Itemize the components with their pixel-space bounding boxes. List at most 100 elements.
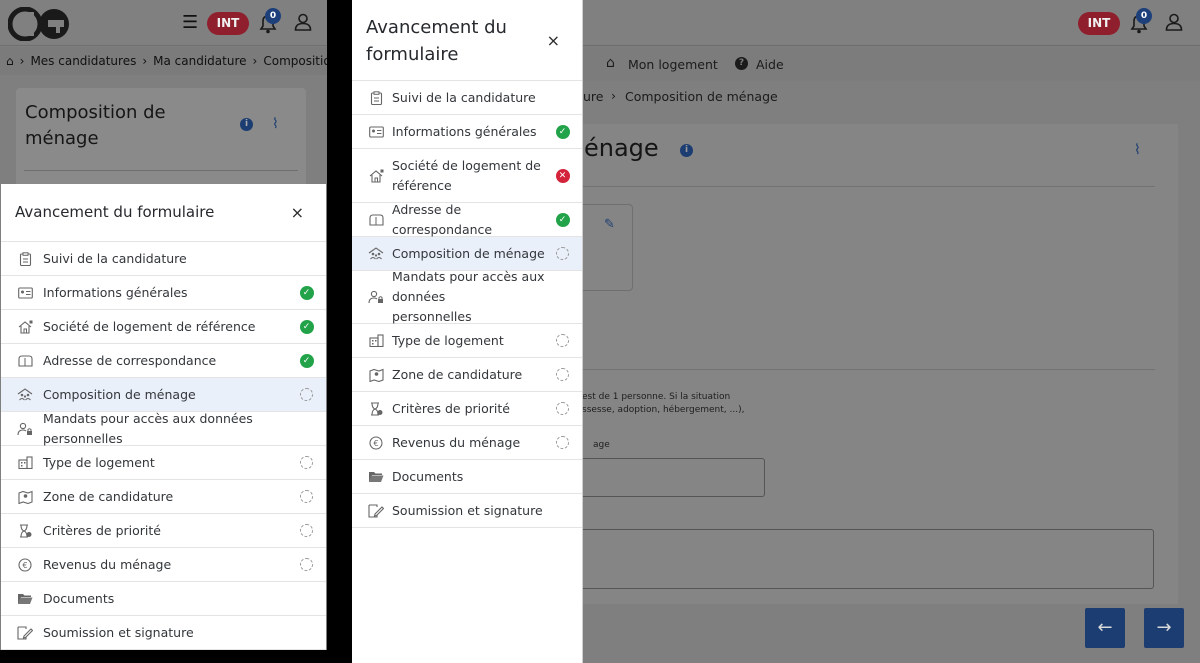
next-button[interactable]: → — [1144, 608, 1184, 648]
user-icon[interactable] — [293, 12, 313, 32]
paperclip-icon[interactable]: ⌇ — [272, 116, 279, 132]
error-icon: ✕ — [555, 168, 570, 183]
drawer-title-line: Avancement du — [366, 17, 507, 38]
drawer-title: Avancement du formulaire — [366, 14, 546, 68]
progress-item-label: Zone de candidature — [43, 488, 174, 504]
progress-item[interactable]: Type de logement — [352, 324, 582, 358]
progress-item[interactable]: Zone de candidature — [352, 358, 582, 392]
nav-my-housing[interactable]: Mon logement — [628, 57, 718, 72]
progress-item-label: Soumission et signature — [392, 502, 543, 518]
progress-item-label: Informations générales — [43, 284, 188, 300]
chevron-right-icon: › — [252, 54, 258, 68]
user-lock-icon — [368, 289, 384, 305]
progress-item-label: Suivi de la candidature — [392, 89, 536, 105]
home-icon[interactable]: ⌂ — [6, 54, 14, 68]
svg-text:€: € — [373, 439, 378, 448]
content-card: énage i ⌇ ✎ est de 1 personne. Si la sit… — [552, 124, 1178, 604]
chevron-right-icon: › — [19, 54, 25, 68]
pending-icon — [555, 435, 570, 450]
info-icon[interactable]: i — [240, 118, 253, 131]
progress-item[interactable]: € Revenus du ménage — [352, 426, 582, 460]
euro-icon: € — [17, 557, 33, 573]
previous-button[interactable]: ← — [1085, 608, 1125, 648]
progress-item[interactable]: Informations générales ✓ — [352, 115, 582, 149]
paperclip-icon[interactable]: ⌇ — [1134, 142, 1141, 158]
progress-item[interactable]: Société de logement de référence ✕ — [352, 149, 582, 203]
progress-item[interactable]: Documents — [352, 460, 582, 494]
progress-item[interactable]: € Revenus du ménage — [1, 548, 326, 582]
menu-icon[interactable]: ☰ — [182, 12, 198, 33]
status-empty — [299, 251, 314, 266]
progress-item[interactable]: Composition de ménage — [1, 378, 326, 412]
breadcrumb-item[interactable]: Ma candidature — [153, 54, 246, 68]
mailbox-icon — [17, 353, 33, 369]
progress-item[interactable]: Adresse de correspondance ✓ — [352, 202, 582, 237]
progress-item[interactable]: Critères de priorité — [1, 514, 326, 548]
drawer-header: Avancement du formulaire × — [1, 184, 326, 242]
progress-drawer: Avancement du formulaire × Suivi de la c… — [352, 0, 583, 663]
pending-icon — [299, 455, 314, 470]
status-empty — [299, 625, 314, 640]
progress-item[interactable]: Type de logement — [1, 446, 326, 480]
divider — [552, 186, 1155, 187]
field-label: age — [593, 440, 610, 450]
progress-item[interactable]: Zone de candidature — [1, 480, 326, 514]
breadcrumb-item[interactable]: Composition de ménage — [625, 89, 778, 104]
clipboard-icon — [368, 90, 384, 106]
clipboard-icon — [17, 251, 33, 267]
breadcrumb-item[interactable]: ure — [583, 89, 603, 104]
household-icon — [17, 387, 33, 403]
info-icon[interactable]: i — [680, 144, 693, 157]
progress-item[interactable]: Mandats pour accès aux données personnell… — [352, 269, 582, 324]
top-header: ☰ INT 0 — [0, 0, 327, 46]
progress-item-label: Mandats pour accès aux données personnell… — [392, 269, 545, 324]
status-empty — [555, 469, 570, 484]
progress-item-label: Revenus du ménage — [43, 556, 172, 572]
building-icon — [17, 455, 33, 471]
progress-item-label: Revenus du ménage — [392, 434, 521, 450]
progress-item-label: Informations générales — [392, 123, 537, 139]
progress-item[interactable]: Documents — [1, 582, 326, 616]
progress-item[interactable]: Informations générales ✓ — [1, 276, 326, 310]
breadcrumb-item[interactable]: Mes candidatures — [30, 54, 136, 68]
textarea[interactable] — [552, 529, 1154, 589]
progress-item[interactable]: Adresse de correspondance ✓ — [1, 344, 326, 378]
text-input[interactable] — [552, 458, 765, 497]
folder-icon — [368, 469, 384, 485]
pending-icon — [555, 333, 570, 348]
progress-item[interactable]: Soumission et signature — [1, 616, 326, 650]
progress-item-label: Documents — [392, 468, 464, 484]
info-text: est de 1 personne. Si la situation — [582, 392, 731, 402]
user-lock-icon — [17, 421, 33, 437]
progress-item[interactable]: Composition de ménage — [352, 237, 582, 271]
close-icon[interactable]: × — [547, 31, 560, 50]
progress-list: Suivi de la candidature Informations géné… — [1, 242, 326, 650]
progress-item[interactable]: Soumission et signature — [352, 494, 582, 528]
progress-item-label: Composition de ménage — [43, 386, 196, 402]
check-icon: ✓ — [555, 124, 570, 139]
pending-icon — [299, 557, 314, 572]
progress-item[interactable]: Critères de priorité — [352, 392, 582, 426]
progress-item-label: Soumission et signature — [43, 624, 194, 640]
page-header-card: Composition de ménage i ⌇ — [16, 88, 306, 198]
drawer-title-line: formulaire — [366, 44, 459, 65]
progress-item[interactable]: Suivi de la candidature — [1, 242, 326, 276]
notification-count: 0 — [265, 8, 281, 24]
edit-icon[interactable]: ✎ — [604, 217, 615, 232]
progress-item[interactable]: Suivi de la candidature — [352, 81, 582, 115]
breadcrumb-item[interactable]: Compositio — [263, 54, 327, 68]
id-card-icon — [368, 124, 384, 140]
progress-item[interactable]: Mandats pour accès aux données personnel… — [1, 411, 326, 446]
signature-icon — [17, 625, 33, 641]
progress-item-label: Société de logement de référence — [43, 318, 256, 334]
folder-icon — [17, 591, 33, 607]
drawer-header: Avancement du formulaire × — [352, 0, 582, 81]
close-icon[interactable]: × — [291, 203, 304, 222]
progress-item[interactable]: Société de logement de référence ✓ — [1, 310, 326, 344]
help-icon: ? — [735, 57, 748, 70]
logo-icon[interactable] — [8, 7, 74, 41]
nav-help[interactable]: Aide — [756, 57, 784, 72]
user-icon[interactable] — [1164, 12, 1184, 32]
status-empty — [555, 290, 570, 305]
pending-icon — [299, 489, 314, 504]
